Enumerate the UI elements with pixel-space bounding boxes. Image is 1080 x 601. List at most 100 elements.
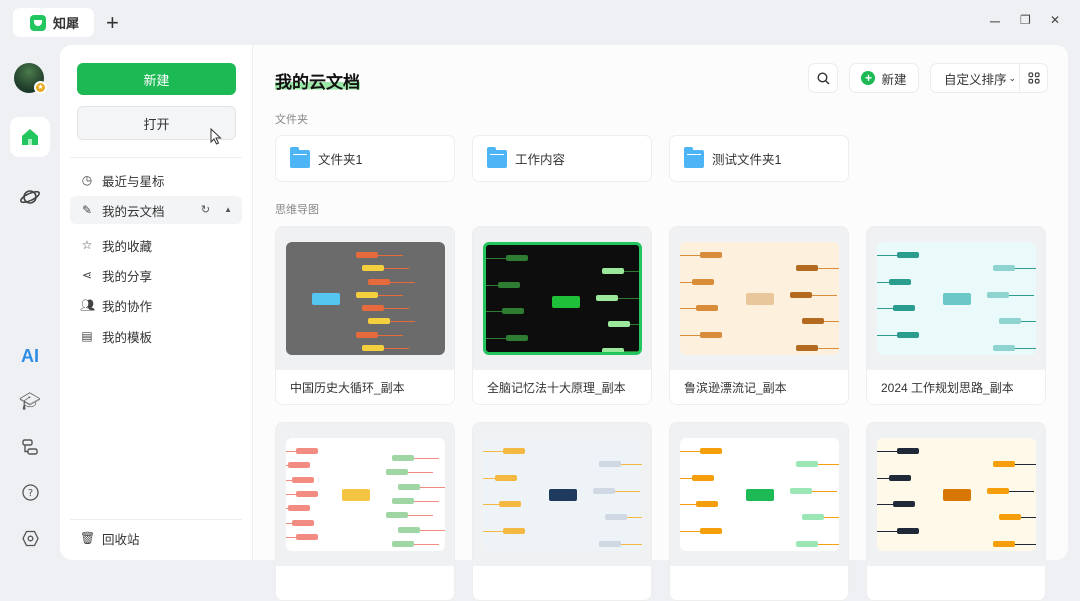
settings-button[interactable] [10, 518, 50, 558]
mindmap-node [608, 321, 630, 328]
mindmap-node [392, 498, 414, 505]
mindmap-card[interactable]: 全脑记忆法十大原理_副本 [472, 226, 652, 405]
mindmap-branch [286, 508, 288, 510]
mindmap-branch [618, 297, 639, 299]
ai-button[interactable]: AI [10, 336, 50, 376]
mindmap-node [593, 487, 615, 494]
mindmap-thumbnail [483, 242, 642, 355]
mindmap-node [362, 265, 384, 272]
mindmap-branch [486, 258, 506, 259]
mindmap-node [999, 318, 1021, 325]
sidebar-item-trash[interactable]: 🗑︎ 回收站 [70, 524, 242, 552]
home-button[interactable] [10, 117, 50, 157]
search-button[interactable] [808, 63, 838, 93]
mindmap-branch [390, 281, 415, 283]
mindmap-node [700, 252, 722, 258]
new-button[interactable]: 新建 [77, 63, 236, 95]
new-doc-label: 新建 [881, 72, 907, 87]
mindmap-branch [624, 351, 639, 352]
mindmap-node [893, 501, 915, 508]
help-button[interactable]: ? [10, 472, 50, 512]
mindmap-node [943, 293, 971, 305]
mindmap-card[interactable] [866, 422, 1046, 601]
close-button[interactable]: ✕ [1050, 13, 1060, 27]
mindmap-title: 全脑记忆法十大原理_副本 [473, 370, 651, 404]
academy-button[interactable]: 🎓︎ [10, 382, 50, 422]
folder-name: 工作内容 [515, 153, 566, 167]
mindmap-branch [680, 451, 700, 452]
mindmap-branch [818, 464, 839, 466]
folder-card[interactable]: 测试文件夹1 [669, 135, 849, 182]
main-content: 我的云文档 + 新建 自定义排序 ⌄ 文件夹 文件夹1 工作内容 测试文件夹1 思维… [252, 45, 1068, 601]
mindmap-node [692, 474, 714, 481]
sidebar-item-favorites[interactable]: ☆ 我的收藏 [70, 231, 242, 259]
folder-card[interactable]: 工作内容 [472, 135, 652, 182]
new-tab-button[interactable]: + [106, 10, 119, 36]
mindmap-node [987, 487, 1009, 494]
search-icon [816, 71, 829, 84]
sidebar-item-collaboration[interactable]: 👥︎ 我的协作 [70, 291, 242, 319]
mindmap-branch [286, 536, 296, 538]
mindmap-branch [824, 517, 839, 519]
mindmap-node [498, 281, 520, 288]
users-icon: 👥︎ [80, 298, 96, 312]
icon-rail: ★ AI 🎓︎ ? [0, 45, 60, 573]
mindmap-node [362, 305, 384, 312]
sidebar: 新建 打开 ◷ 最近与星标 ✎ 我的云文档 ↻ ▲ ☆ 我的收藏 ⋖ 我的分享 👥︎ 我的协作… [60, 45, 252, 560]
mindmap-node [897, 331, 919, 338]
explore-button[interactable] [10, 177, 50, 217]
mindmap-branch [812, 490, 837, 492]
vip-badge-icon: ★ [34, 81, 47, 94]
sidebar-item-my-cloud-docs[interactable]: ✎ 我的云文档 ↻ ▲ [70, 196, 242, 224]
sidebar-item-label: 我的模板 [102, 330, 153, 345]
mindmap-branch [1015, 348, 1036, 349]
sort-label: 自定义排序 [944, 72, 1007, 87]
mindmap-node [495, 474, 517, 481]
mindmap-branch [483, 530, 503, 532]
mindmap-node [368, 278, 390, 285]
collapse-icon[interactable]: ▲ [224, 203, 232, 217]
sidebar-item-label: 我的收藏 [102, 239, 153, 254]
mindmap-thumbnail [483, 438, 642, 551]
minimize-button[interactable]: ─ [990, 13, 1000, 29]
mindmap-node [700, 527, 722, 534]
clock-icon: ◷ [81, 173, 93, 187]
mindmap-branch [877, 255, 897, 256]
mindmap-branch [483, 451, 503, 452]
mouse-cursor-icon [210, 128, 222, 145]
mindmap-branch [384, 348, 409, 349]
sidebar-item-templates[interactable]: ▤ 我的模板 [70, 322, 242, 350]
grid-view-button[interactable] [1019, 64, 1048, 92]
mindmap-node [502, 308, 524, 315]
mindmap-title: 中国历史大循环_副本 [276, 370, 454, 404]
folder-card[interactable]: 文件夹1 [275, 135, 455, 182]
mindmap-card[interactable] [472, 422, 652, 601]
mindmap-card[interactable]: 中国历史大循环_副本 [275, 226, 455, 405]
sidebar-item-shared[interactable]: ⋖ 我的分享 [70, 261, 242, 289]
mindmap-branch [812, 294, 837, 296]
mindmap-node [987, 291, 1009, 298]
folder-name: 测试文件夹1 [712, 153, 782, 167]
mindmap-node [993, 461, 1015, 468]
mindmap-node [599, 461, 621, 468]
mindmap-branch [877, 334, 897, 336]
sort-dropdown[interactable]: 自定义排序 ⌄ [930, 63, 1048, 93]
mindmap-node [386, 512, 408, 519]
sidebar-item-label: 我的协作 [102, 299, 153, 314]
divider [70, 519, 242, 520]
mindmap-branch [1015, 544, 1036, 545]
mindmap-node [993, 345, 1015, 351]
mindmap-card[interactable]: 鲁滨逊漂流记_副本 [669, 226, 849, 405]
restore-button[interactable]: ❐ [1020, 13, 1031, 27]
sidebar-item-recent[interactable]: ◷ 最近与星标 [70, 166, 242, 194]
mindmap-node [362, 345, 384, 351]
mindmap-card[interactable] [669, 422, 849, 601]
new-doc-button[interactable]: + 新建 [849, 63, 919, 93]
mindmap-card[interactable]: 2024 工作规划思路_副本 [866, 226, 1046, 405]
refresh-icon[interactable]: ↻ [201, 203, 210, 217]
mindmap-card[interactable] [275, 422, 455, 601]
flowchart-button[interactable] [10, 427, 50, 467]
app-tab[interactable]: 知犀 [13, 8, 94, 37]
mindmap-title: 鲁滨逊漂流记_副本 [670, 370, 848, 404]
mindmap-branch [680, 477, 692, 479]
